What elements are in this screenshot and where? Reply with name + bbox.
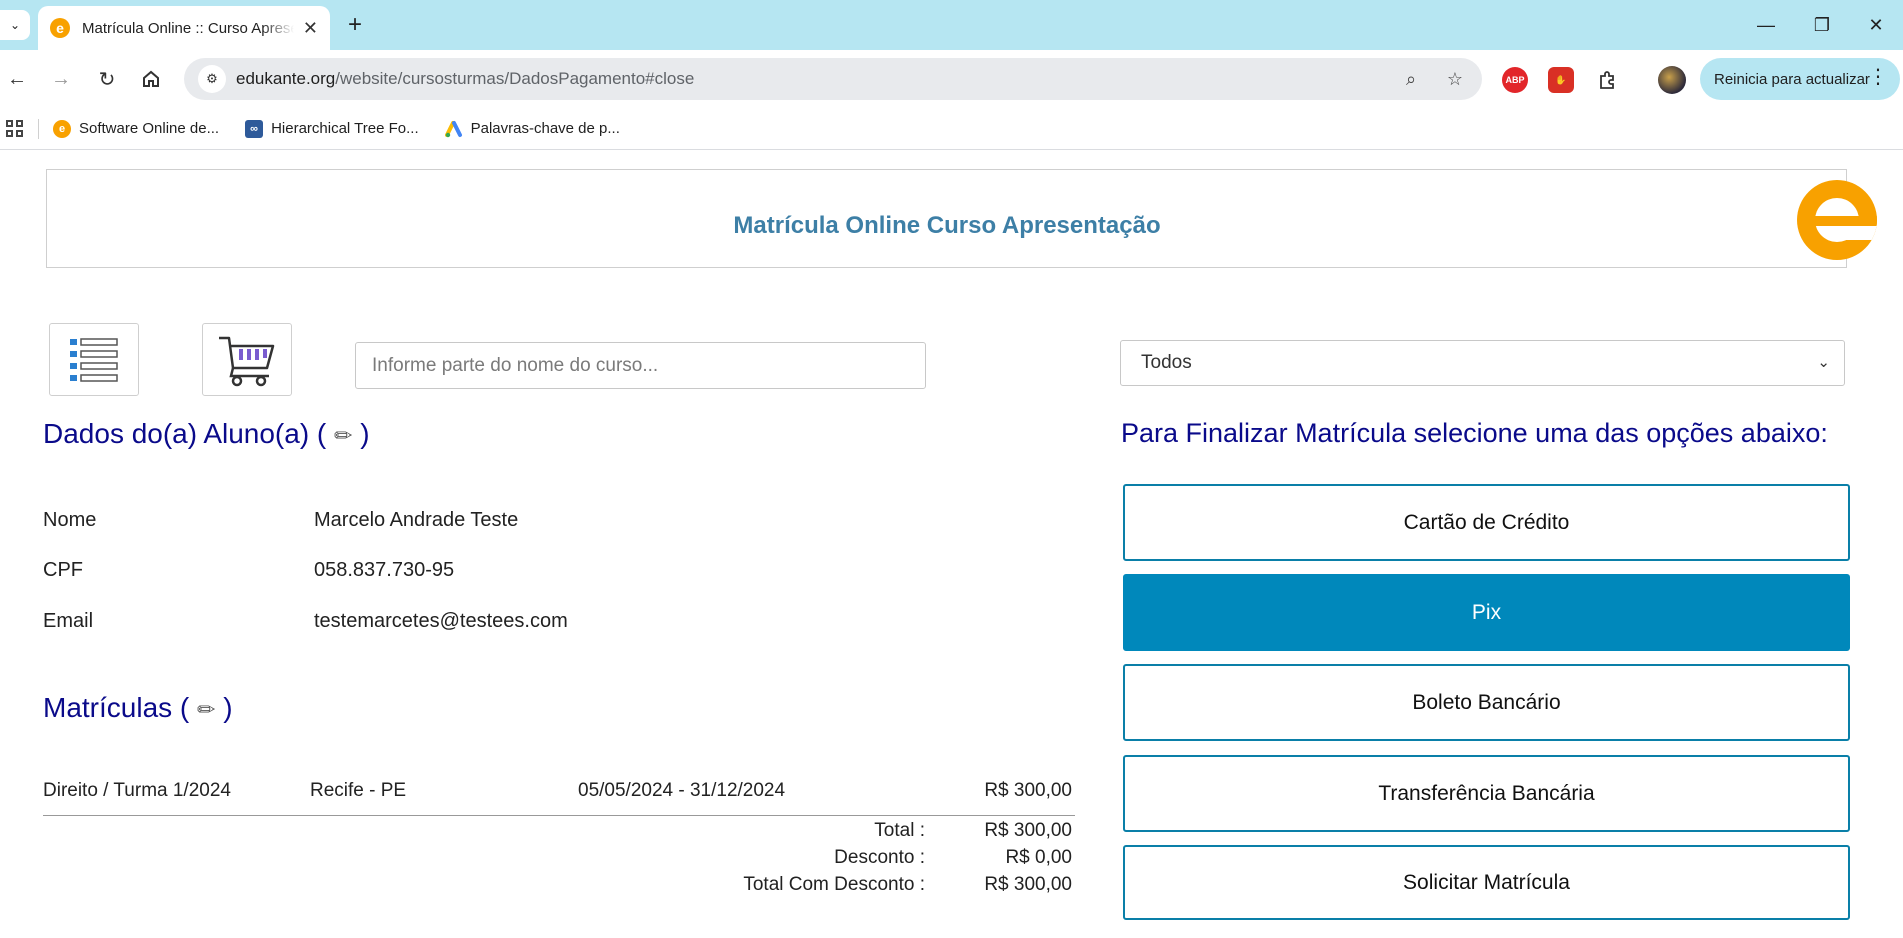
total-label: Total :	[874, 820, 925, 841]
page-title: Matrícula Online Curso Apresentação	[733, 212, 1161, 239]
table-row: Direito / Turma 1/2024 Recife - PE 05/05…	[43, 780, 1075, 816]
enrollment-course: Direito / Turma 1/2024	[43, 780, 231, 801]
student-section-title: Dados do(a) Aluno(a) ( ✏ )	[43, 418, 370, 449]
enrollment-price: R$ 300,00	[984, 780, 1072, 801]
bank-transfer-button[interactable]: Transferência Bancária	[1123, 755, 1850, 832]
pix-button[interactable]: Pix	[1123, 574, 1850, 651]
enrollment-period: 05/05/2024 - 31/12/2024	[578, 780, 786, 801]
field-label-email: Email	[43, 610, 94, 632]
ublock-stop-icon[interactable]: ✋	[1548, 67, 1574, 93]
bookmark-star-icon[interactable]: ☆	[1442, 66, 1468, 92]
total-with-discount-label: Total Com Desconto :	[743, 874, 925, 895]
window-close-icon[interactable]: ✕	[1856, 10, 1896, 40]
page-content: Matrícula Online Curso Apresentação Info…	[0, 150, 1903, 938]
bookmarks-bar: e Software Online de... ∞ Hierarchical T…	[0, 108, 1903, 150]
extensions-puzzle-icon[interactable]	[1594, 67, 1620, 93]
category-filter-select[interactable]: Todos ⌄	[1120, 340, 1845, 386]
browser-tab[interactable]: e Matrícula Online :: Curso Apresentação…	[38, 6, 330, 50]
update-label: Reinicia para actualizar	[1714, 70, 1870, 88]
list-icon	[70, 337, 118, 382]
update-button[interactable]: Reinicia para actualizar ⋮	[1700, 58, 1900, 100]
credit-card-button[interactable]: Cartão de Crédito	[1123, 484, 1850, 561]
bookmark-label: Palavras-chave de p...	[470, 120, 620, 137]
enrollment-location: Recife - PE	[310, 780, 407, 801]
cart-button[interactable]	[202, 323, 292, 396]
page-header: Matrícula Online Curso Apresentação	[46, 169, 1877, 268]
tab-favicon-icon: e	[50, 18, 70, 38]
restore-icon[interactable]: ❐	[1802, 10, 1842, 40]
browser-toolbar: ← → ↻ ⚙ edukante.org/website/cursosturma…	[0, 50, 1903, 108]
home-icon[interactable]	[136, 64, 166, 94]
bookmark-item-software[interactable]: e Software Online de...	[53, 119, 220, 138]
edukante-logo	[1797, 180, 1877, 260]
tab-title: Matrícula Online :: Curso Apresentação	[82, 19, 294, 37]
payment-section-title: Para Finalizar Matrícula selecione uma d…	[1121, 418, 1828, 448]
shopping-cart-icon	[219, 336, 275, 386]
total-value: R$ 300,00	[984, 820, 1072, 841]
bookmark-item-hierarchical[interactable]: ∞ Hierarchical Tree Fo...	[245, 119, 419, 138]
bookmarks-separator	[38, 118, 39, 139]
back-arrow-icon[interactable]: ←	[2, 64, 32, 94]
adblock-plus-icon[interactable]: ABP	[1502, 67, 1528, 93]
request-enrollment-button[interactable]: Solicitar Matrícula	[1123, 845, 1850, 920]
bookmark-label: Software Online de...	[79, 120, 220, 137]
browser-tab-bar: ⌄ e Matrícula Online :: Curso Apresentaç…	[0, 0, 1903, 50]
field-label-nome: Nome	[43, 509, 97, 531]
boleto-button[interactable]: Boleto Bancário	[1123, 664, 1850, 741]
course-search-input[interactable]	[355, 342, 926, 389]
url-path: /website/cursosturmas/DadosPagamento#clo…	[335, 69, 695, 88]
tab-search-chevron-icon[interactable]: ⌄	[0, 10, 30, 40]
new-tab-plus-icon[interactable]: +	[342, 12, 368, 38]
chevron-down-icon: ⌄	[1817, 354, 1830, 371]
field-value-cpf: 058.837.730-95	[314, 559, 455, 581]
total-with-discount-value: R$ 300,00	[984, 874, 1072, 895]
address-bar[interactable]: ⚙ edukante.org/website/cursosturmas/Dado…	[184, 58, 1482, 100]
discount-value: R$ 0,00	[1005, 847, 1072, 868]
apps-grid-icon[interactable]	[6, 119, 24, 138]
forward-arrow-icon[interactable]: →	[46, 64, 76, 94]
field-value-nome: Marcelo Andrade Teste	[314, 509, 519, 531]
field-label-cpf: CPF	[43, 559, 83, 581]
list-view-button[interactable]	[49, 323, 139, 396]
edit-student-pencil-icon[interactable]: ✏	[334, 423, 352, 448]
infinity-favicon-icon: ∞	[245, 119, 264, 138]
field-value-email: testemarcetes@testees.com	[314, 610, 568, 632]
minimize-icon[interactable]: —	[1746, 10, 1786, 40]
kebab-menu-icon[interactable]: ⋮	[1868, 67, 1888, 87]
edit-enrollments-pencil-icon[interactable]: ✏	[197, 697, 215, 722]
url-domain: edukante.org	[236, 69, 336, 88]
site-info-icon[interactable]: ⚙	[198, 65, 226, 93]
zoom-icon[interactable]: ⌕	[1398, 66, 1424, 92]
reload-icon[interactable]: ↻	[92, 64, 122, 94]
enrollments-section-title: Matrículas ( ✏ )	[43, 692, 233, 723]
url-text: edukante.org/website/cursosturmas/DadosP…	[236, 69, 694, 89]
profile-avatar[interactable]	[1658, 66, 1686, 94]
discount-label: Desconto :	[834, 847, 925, 868]
bookmark-label: Hierarchical Tree Fo...	[271, 120, 419, 137]
filter-selected-value: Todos	[1141, 352, 1192, 373]
google-ads-icon	[444, 120, 463, 138]
edukante-favicon-icon: e	[53, 119, 71, 138]
bookmark-item-palavras[interactable]: Palavras-chave de p...	[444, 120, 620, 138]
tab-close-icon[interactable]: ✕	[303, 19, 318, 37]
